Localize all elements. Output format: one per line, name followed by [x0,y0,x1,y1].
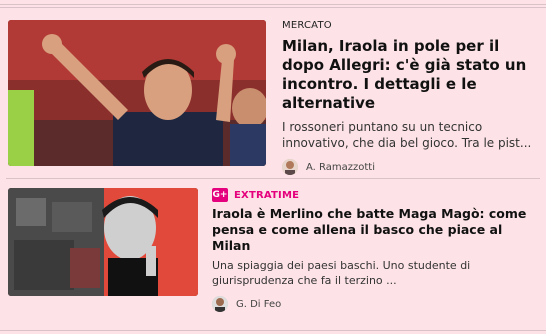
article-2-content: G+ EXTRATIME Iraola è Merlino che batte … [212,188,540,312]
article-2-author-name: G. Di Feo [236,298,282,310]
article-2-kicker[interactable]: G+ EXTRATIME [212,188,540,202]
article-2-title[interactable]: Iraola è Merlino che batte Maga Magò: co… [212,206,540,254]
author-avatar [212,296,228,312]
article-1-category[interactable]: MERCATO [282,20,540,31]
article-2-author[interactable]: G. Di Feo [212,296,540,312]
article-1-content: MERCATO Milan, Iraola in pole per il dop… [282,20,540,175]
article-card-1[interactable]: MERCATO Milan, Iraola in pole per il dop… [8,20,540,175]
top-divider [0,4,546,5]
article-divider [6,178,540,179]
top-divider-2 [0,7,546,8]
article-1-author-name: A. Ramazzotti [306,161,375,173]
article-2-category[interactable]: EXTRATIME [234,190,299,201]
gplus-badge: G+ [212,188,228,202]
article-1-title[interactable]: Milan, Iraola in pole per il dopo Allegr… [282,37,540,113]
article-1-author[interactable]: A. Ramazzotti [282,159,540,175]
bottom-divider [0,330,546,331]
article-1-image[interactable] [8,20,266,166]
article-2-summary: Una spiaggia dei paesi baschi. Uno stude… [212,259,471,287]
article-2-image[interactable] [8,188,198,296]
article-card-2[interactable]: G+ EXTRATIME Iraola è Merlino che batte … [8,188,540,312]
article-1-summary: I rossoneri puntano su un tecnico innova… [282,120,532,150]
author-avatar [282,159,298,175]
